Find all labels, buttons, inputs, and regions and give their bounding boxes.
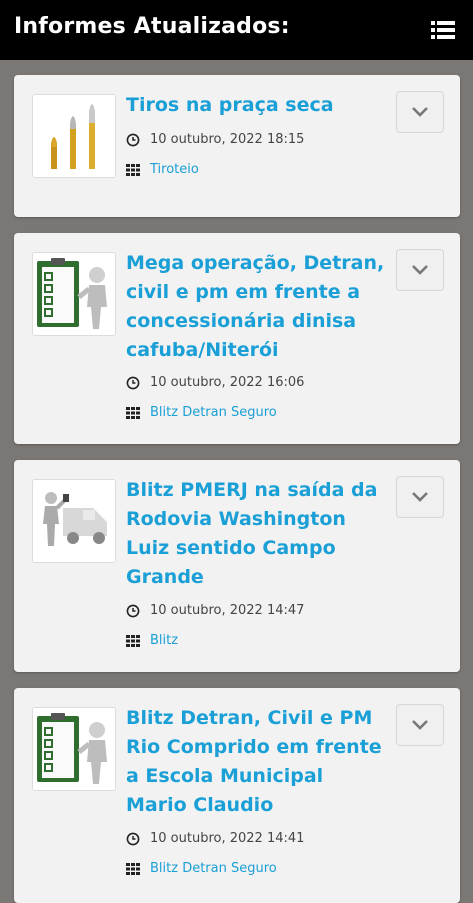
post-date: 10 outubro, 2022 14:41 [126,831,304,846]
post-card[interactable]: Blitz Detran, Civil e PM Rio Comprido em… [14,688,460,903]
page-title: Informes Atualizados: [14,14,290,39]
post-category-link[interactable]: Tiroteio [150,162,199,177]
post-title[interactable]: Tiros na praça seca [126,91,388,120]
post-thumbnail[interactable] [32,252,116,336]
post-title[interactable]: Blitz Detran, Civil e PM Rio Comprido em… [126,704,388,820]
chevron-down-icon [412,107,428,117]
post-thumbnail[interactable] [32,479,116,563]
grid-icon [126,634,140,648]
post-date-text: 10 outubro, 2022 14:47 [150,603,305,618]
grid-icon [126,406,140,420]
grid-icon [126,163,140,177]
post-card[interactable]: Mega operação, Detran, civil e pm em fre… [14,233,460,444]
post-title[interactable]: Blitz PMERJ na saída da Rodovia Washingt… [126,476,388,592]
post-date: 10 outubro, 2022 16:06 [126,375,304,390]
post-card[interactable]: Tiros na praça seca 10 outubro, 2022 18:… [14,75,460,217]
post-category[interactable]: Blitz Detran Seguro [126,405,277,420]
post-date: 10 outubro, 2022 14:47 [126,603,304,618]
post-title[interactable]: Mega operação, Detran, civil e pm em fre… [126,249,388,365]
post-category[interactable]: Blitz [126,633,178,648]
post-thumbnail[interactable] [32,94,116,178]
expand-button[interactable] [396,91,444,133]
post-date-text: 10 outubro, 2022 14:41 [150,831,305,846]
expand-button[interactable] [396,249,444,291]
clock-icon [126,376,140,390]
post-category[interactable]: Tiroteio [126,162,199,177]
post-date-text: 10 outubro, 2022 18:15 [150,132,305,147]
post-category-link[interactable]: Blitz Detran Seguro [150,405,277,420]
chevron-down-icon [412,492,428,502]
expand-button[interactable] [396,476,444,518]
app-header: Informes Atualizados: [0,0,473,60]
chevron-down-icon [412,720,428,730]
clock-icon [126,133,140,147]
post-date-text: 10 outubro, 2022 16:06 [150,375,305,390]
grid-icon [126,862,140,876]
post-category-link[interactable]: Blitz Detran Seguro [150,861,277,876]
expand-button[interactable] [396,704,444,746]
chevron-down-icon [412,265,428,275]
clock-icon [126,604,140,618]
post-card[interactable]: Blitz PMERJ na saída da Rodovia Washingt… [14,460,460,672]
post-thumbnail[interactable] [32,707,116,791]
post-category-link[interactable]: Blitz [150,633,178,648]
post-category[interactable]: Blitz Detran Seguro [126,861,277,876]
post-date: 10 outubro, 2022 18:15 [126,132,304,147]
clock-icon [126,832,140,846]
list-menu-icon[interactable] [431,20,455,40]
